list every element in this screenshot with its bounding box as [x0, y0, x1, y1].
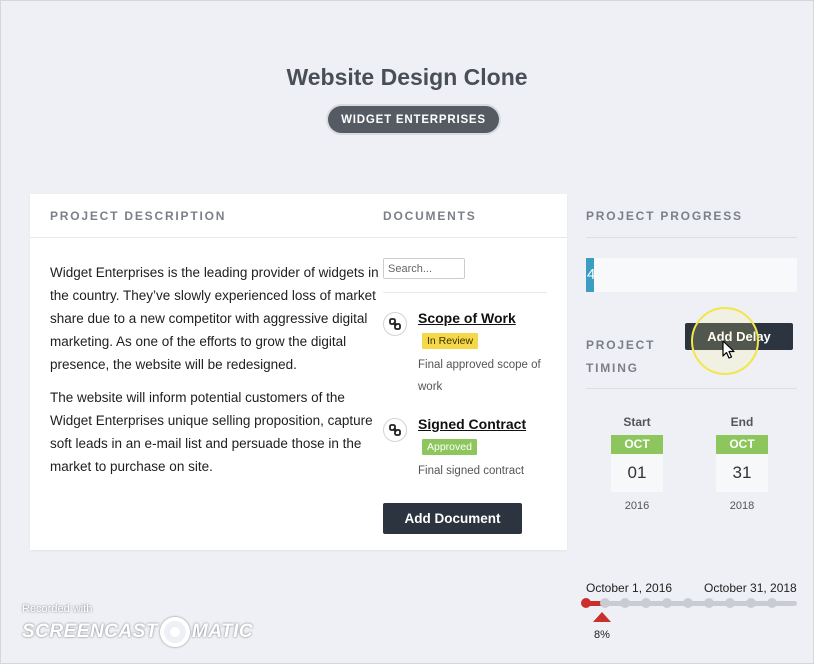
timeline-dot [641, 598, 651, 608]
description-paragraph: The website will inform potential custom… [50, 390, 373, 474]
timeline-dot [600, 598, 610, 608]
start-date: Start OCT 01 2016 [611, 415, 663, 512]
documents-divider [383, 292, 547, 293]
document-title-link[interactable]: Scope of Work [418, 310, 516, 326]
start-date-label: Start [623, 415, 651, 429]
start-year: 2016 [624, 500, 650, 512]
timeline-start-label: October 1, 2016 [586, 581, 673, 595]
document-title-link[interactable]: Signed Contract [418, 416, 526, 432]
end-day: 31 [716, 454, 768, 492]
timeline-end-label: October 31, 2018 [704, 581, 797, 595]
link-icon[interactable] [383, 312, 407, 336]
end-date-label: End [730, 415, 754, 429]
project-description-text: Widget Enterprises is the leading provid… [50, 261, 380, 478]
watermark-brand-left: SCREENCAST [22, 621, 158, 642]
timeline-dot [662, 598, 672, 608]
page-title: Website Design Clone [286, 64, 528, 90]
timeline-percent: 8% [594, 629, 610, 641]
screencast-watermark: Recorded with SCREENCAST MATIC [22, 603, 253, 647]
link-icon[interactable] [383, 418, 407, 442]
timeline-dot [725, 598, 735, 608]
document-search-input[interactable] [383, 258, 465, 279]
add-delay-button[interactable]: Add Delay [685, 323, 793, 350]
description-paragraph: Widget Enterprises is the leading provid… [50, 265, 379, 372]
watermark-brand: SCREENCAST MATIC [22, 617, 253, 647]
add-document-button[interactable]: Add Document [383, 503, 522, 534]
timeline-dot [683, 598, 693, 608]
project-progress-heading: PROJECT PROGRESS [586, 209, 743, 223]
document-note: Final signed contract [418, 465, 525, 477]
watermark-brand-right: MATIC [191, 621, 254, 642]
watermark-caption: Recorded with [22, 603, 93, 615]
timing-divider [586, 388, 797, 389]
screencast-logo-icon [159, 617, 190, 647]
project-progress-bar: 4 [586, 258, 797, 292]
project-description-heading: PROJECT DESCRIPTION [50, 209, 227, 223]
client-badge: WIDGET ENTERPRISES [328, 106, 499, 133]
end-year: 2018 [729, 500, 755, 512]
project-timing-heading: PROJECT TIMING [586, 338, 656, 375]
timeline-dot [704, 598, 714, 608]
end-date: End OCT 31 2018 [716, 415, 768, 512]
start-day: 01 [611, 454, 663, 492]
timeline-dot [746, 598, 756, 608]
timeline-dot [620, 598, 630, 608]
timeline-dot [581, 598, 591, 608]
progress-fill: 4 [586, 258, 595, 292]
timeline-dot [767, 598, 777, 608]
timeline-marker [593, 612, 611, 622]
start-month: OCT [611, 435, 663, 454]
status-badge: In Review [422, 333, 479, 349]
project-card: PROJECT DESCRIPTION DOCUMENTS Widget Ent… [30, 194, 567, 550]
status-badge: Approved [422, 439, 477, 455]
progress-divider [586, 237, 797, 238]
card-divider [30, 237, 567, 238]
end-month: OCT [716, 435, 768, 454]
document-note: Final approved scope of work [418, 359, 541, 393]
documents-heading: DOCUMENTS [383, 209, 477, 223]
